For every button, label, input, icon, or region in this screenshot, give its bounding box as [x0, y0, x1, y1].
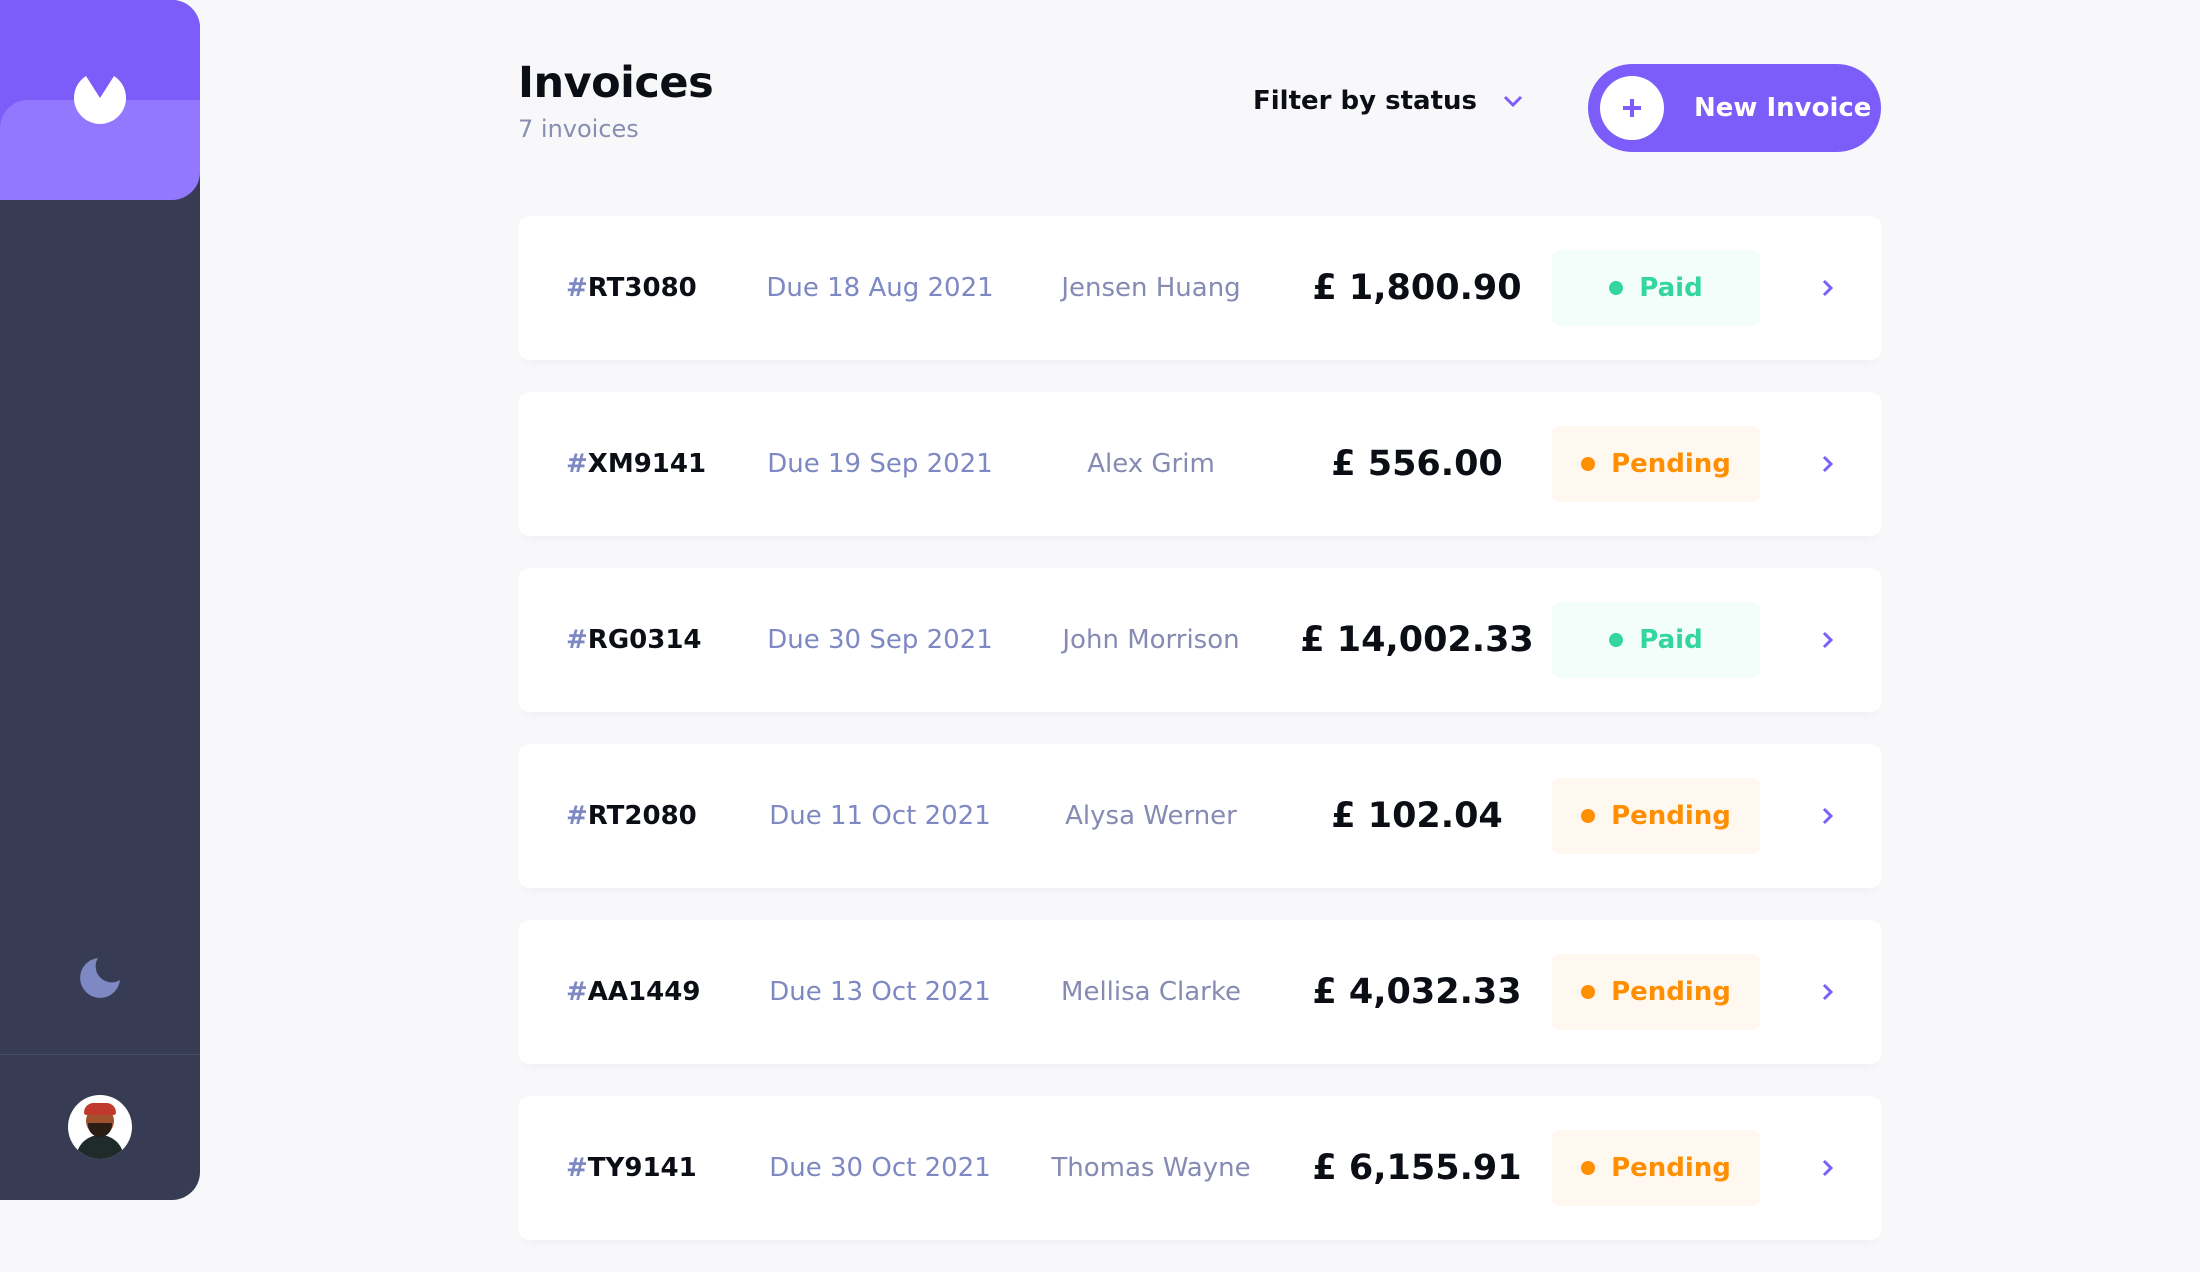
avatar-beard — [88, 1123, 112, 1137]
invoice-id: # XM9141 — [566, 449, 707, 479]
avatar-cap — [84, 1103, 116, 1115]
invoice-row[interactable]: # RT3080 Due 18 Aug 2021 Jensen Huang £ 1… — [518, 216, 1882, 360]
new-invoice-button[interactable]: New Invoice — [1588, 64, 1881, 152]
moon-icon[interactable] — [76, 954, 124, 1002]
filter-by-status-dropdown[interactable]: Filter by status — [1253, 86, 1525, 116]
chevron-right-icon — [1822, 455, 1834, 473]
status-dot — [1609, 281, 1624, 295]
invoice-id: # RG0314 — [566, 625, 702, 655]
status-dot — [1581, 1161, 1596, 1175]
status-dot — [1581, 809, 1596, 823]
status-badge: Pending — [1552, 778, 1760, 854]
invoice-list: # RT3080 Due 18 Aug 2021 Jensen Huang £ 1… — [518, 216, 1882, 1272]
chevron-right-icon — [1822, 631, 1834, 649]
invoice-row[interactable]: # RT2080 Due 11 Oct 2021 Alysa Werner £ 1… — [518, 744, 1882, 888]
sidebar-divider — [0, 1054, 200, 1055]
plus-icon — [1600, 76, 1664, 140]
invoice-client: John Morrison — [1062, 625, 1240, 655]
invoice-client: Alysa Werner — [1065, 801, 1237, 831]
chevron-down-icon — [1503, 95, 1523, 108]
logo[interactable] — [0, 0, 200, 200]
status-badge: Paid — [1552, 602, 1760, 678]
invoice-due-date: Due 19 Sep 2021 — [767, 449, 993, 479]
logo-icon — [74, 76, 126, 124]
avatar[interactable] — [68, 1095, 132, 1159]
invoice-id: # RT2080 — [566, 801, 697, 831]
invoice-client: Mellisa Clarke — [1061, 977, 1241, 1007]
filter-label: Filter by status — [1253, 86, 1477, 116]
status-dot — [1581, 457, 1596, 471]
chevron-right-icon — [1822, 983, 1834, 1001]
invoice-amount: £ 14,002.33 — [1300, 620, 1534, 660]
invoice-id: # AA1449 — [566, 977, 701, 1007]
invoice-client: Thomas Wayne — [1051, 1153, 1251, 1183]
avatar-body — [76, 1135, 124, 1159]
status-dot — [1609, 633, 1624, 647]
invoice-id: # RT3080 — [566, 273, 697, 303]
chevron-right-icon — [1822, 807, 1834, 825]
status-dot — [1581, 985, 1596, 999]
invoice-row[interactable]: # RG0314 Due 30 Sep 2021 John Morrison £ … — [518, 568, 1882, 712]
chevron-right-icon — [1822, 279, 1834, 297]
sidebar — [0, 0, 200, 1200]
invoice-client: Alex Grim — [1087, 449, 1215, 479]
invoice-due-date: Due 11 Oct 2021 — [769, 801, 991, 831]
chevron-right-icon — [1822, 1159, 1834, 1177]
new-invoice-label: New Invoice — [1694, 93, 1872, 123]
invoice-due-date: Due 18 Aug 2021 — [766, 273, 994, 303]
invoice-row[interactable]: # XM9141 Due 19 Sep 2021 Alex Grim £ 556.… — [518, 392, 1882, 536]
invoice-due-date: Due 13 Oct 2021 — [769, 977, 991, 1007]
status-badge: Pending — [1552, 1130, 1760, 1206]
invoice-due-date: Due 30 Sep 2021 — [767, 625, 993, 655]
invoice-count: 7 invoices — [518, 115, 639, 143]
invoice-amount: £ 1,800.90 — [1312, 268, 1522, 308]
invoice-row[interactable]: # TY9141 Due 30 Oct 2021 Thomas Wayne £ 6… — [518, 1096, 1882, 1240]
invoice-row[interactable]: # AA1449 Due 13 Oct 2021 Mellisa Clarke £… — [518, 920, 1882, 1064]
invoice-id: # TY9141 — [566, 1153, 697, 1183]
invoice-amount: £ 6,155.91 — [1312, 1148, 1522, 1188]
invoice-due-date: Due 30 Oct 2021 — [769, 1153, 991, 1183]
invoice-amount: £ 556.00 — [1331, 444, 1503, 484]
invoice-amount: £ 102.04 — [1331, 796, 1503, 836]
invoice-amount: £ 4,032.33 — [1312, 972, 1522, 1012]
status-badge: Pending — [1552, 426, 1760, 502]
invoice-client: Jensen Huang — [1061, 273, 1241, 303]
status-badge: Pending — [1552, 954, 1760, 1030]
page-title: Invoices — [518, 58, 714, 108]
status-badge: Paid — [1552, 250, 1760, 326]
